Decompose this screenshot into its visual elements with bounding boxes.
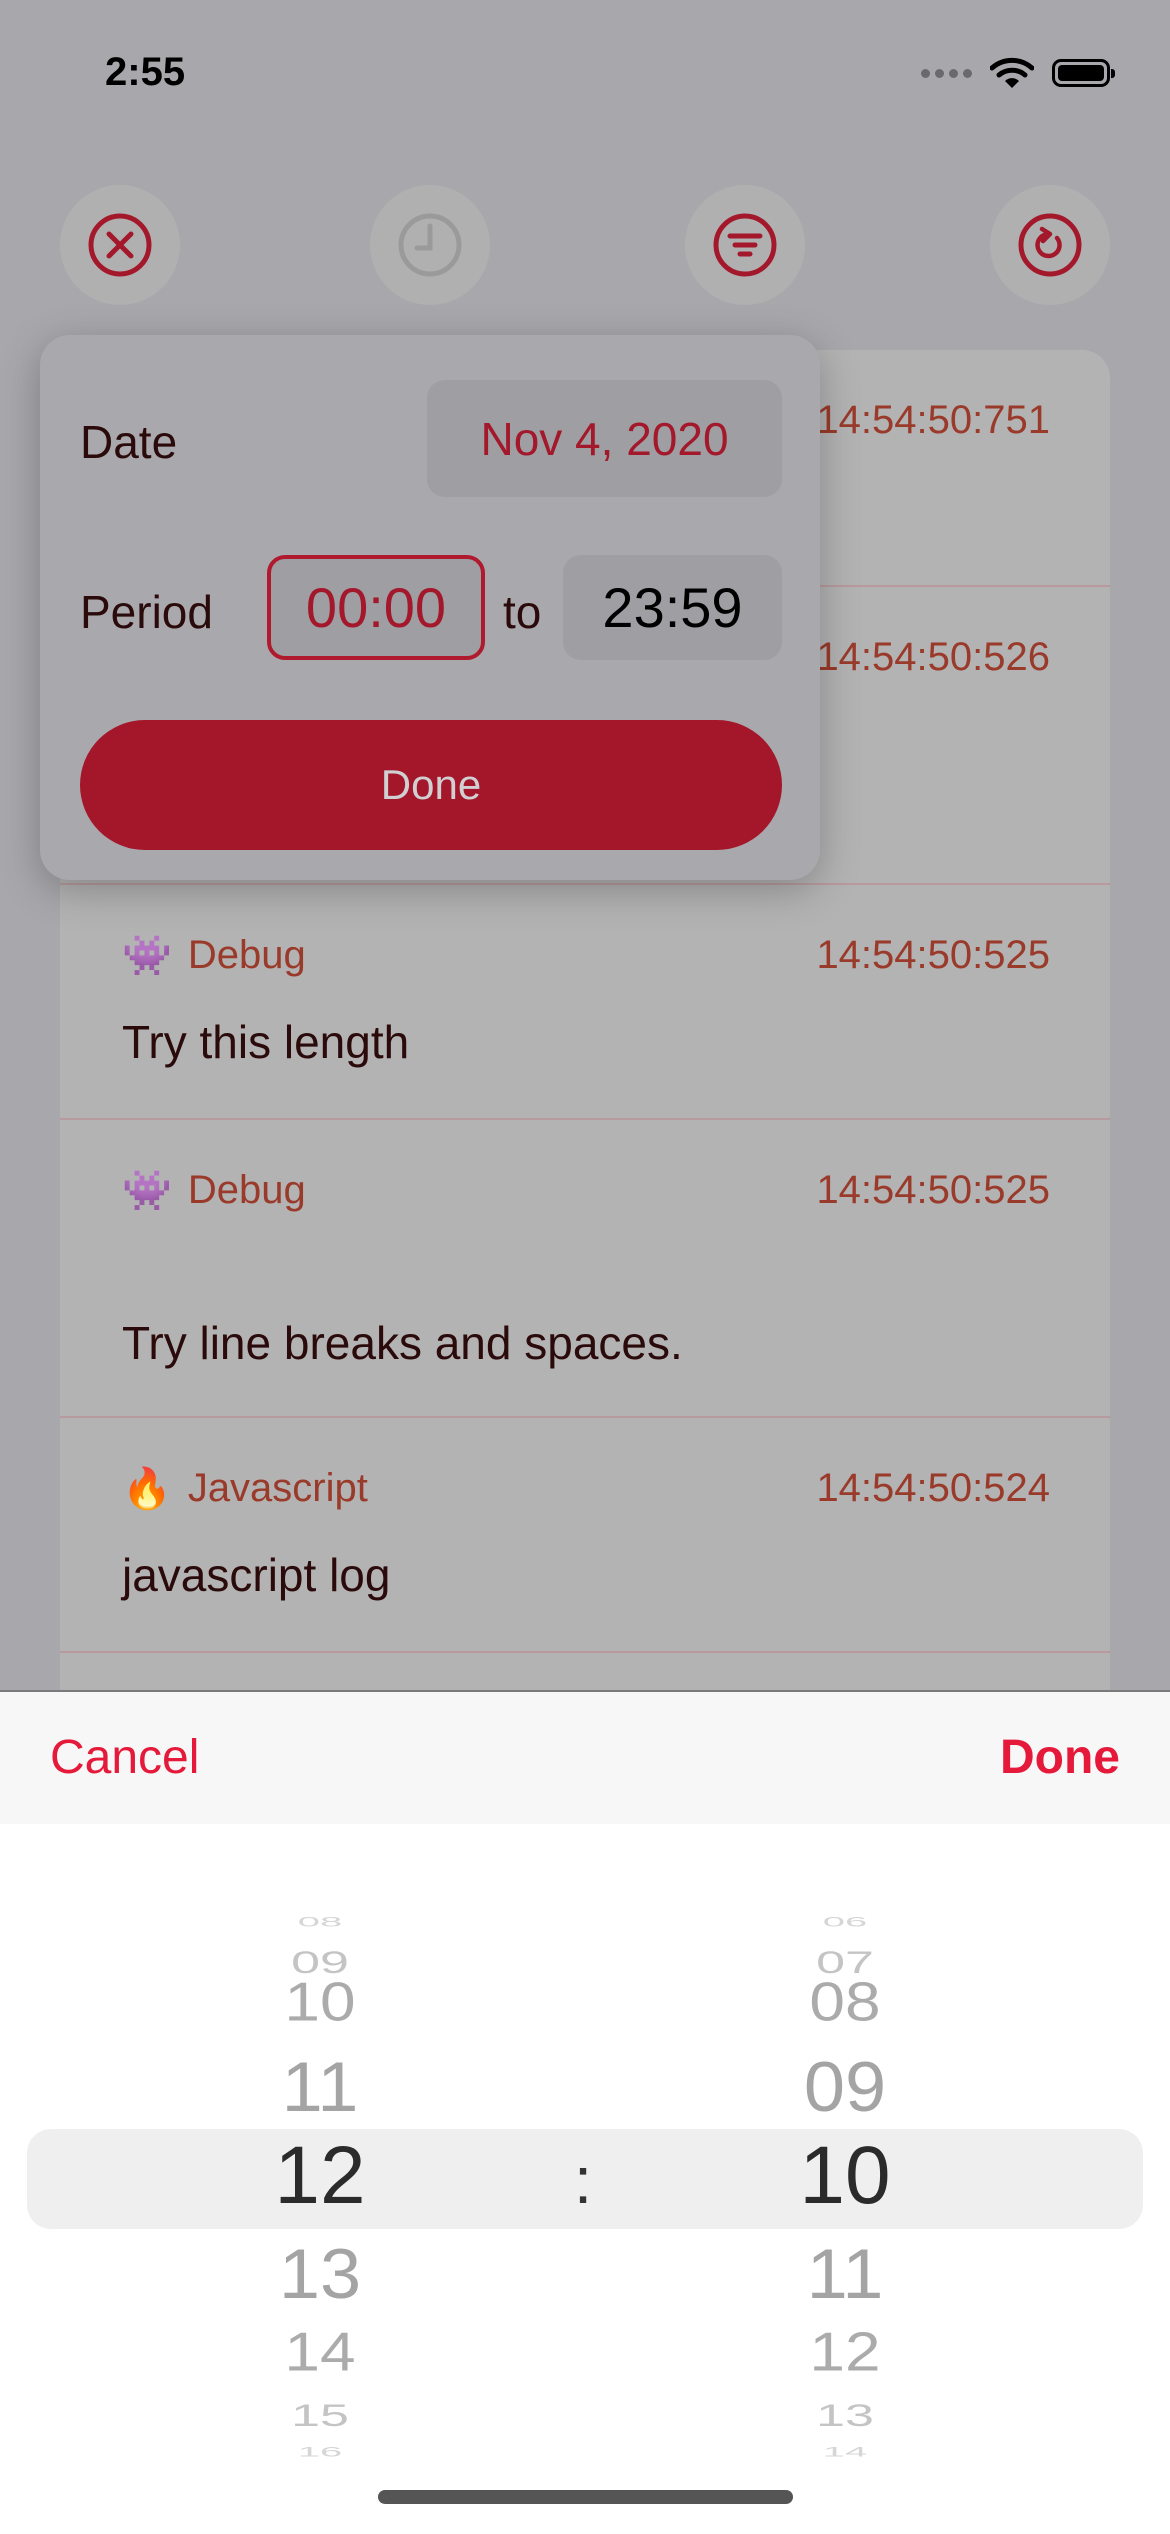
log-level: Debug — [187, 933, 306, 977]
minutes-value[interactable]: 14 — [745, 2445, 945, 2459]
hours-value[interactable]: 16 — [220, 2445, 420, 2459]
period-to-button[interactable]: 23:59 — [563, 555, 782, 660]
date-label: Date — [80, 416, 178, 468]
hours-value[interactable]: 10 — [220, 1975, 420, 2029]
alien-monster-icon: 👾 — [122, 933, 172, 978]
date-filter-popup: Date Nov 4, 2020 Period 00:00 to 23:59 D… — [40, 335, 820, 880]
log-row[interactable]: 🔥 Javascript 14:54:50:524 javascript log — [60, 1416, 1110, 1653]
minutes-value[interactable]: 12 — [745, 2325, 945, 2379]
log-time: 14:54:50:525 — [816, 1168, 1050, 1212]
status-icons — [921, 56, 1115, 90]
minutes-value[interactable]: 11 — [745, 2238, 945, 2309]
signal-icon — [921, 68, 972, 78]
hours-value[interactable]: 08 — [220, 1915, 420, 1929]
minutes-value[interactable]: 13 — [745, 2400, 945, 2431]
clear-logs-button[interactable] — [60, 185, 180, 305]
log-time: 14:54:50:525 — [816, 933, 1050, 977]
picker-done-button[interactable]: Done — [1000, 1730, 1120, 1785]
filter-icon — [713, 213, 777, 277]
wifi-icon — [990, 57, 1034, 88]
time-picker-sheet: Cancel Done 08 09 10 11 12 13 14 15 16 06 07 08 09 1… — [0, 1690, 1170, 2534]
picker-toolbar: Cancel Done — [0, 1692, 1170, 1824]
close-circle-icon — [88, 213, 152, 277]
clock-icon — [398, 213, 462, 277]
alien-monster-icon: 👾 — [122, 1168, 172, 1213]
refresh-icon — [1018, 213, 1082, 277]
minutes-value[interactable]: 08 — [745, 1975, 945, 2029]
popup-done-button[interactable]: Done — [80, 720, 782, 850]
to-label: to — [503, 586, 542, 638]
log-level: Debug — [187, 1168, 306, 1212]
period-from-button[interactable]: 00:00 — [267, 555, 485, 660]
minutes-value[interactable]: 06 — [745, 1915, 945, 1929]
battery-icon — [1052, 59, 1115, 87]
hours-value[interactable]: 13 — [220, 2238, 420, 2309]
log-time: 14:54:50:751 — [816, 398, 1050, 442]
status-time: 2:55 — [105, 50, 186, 94]
hours-value[interactable]: 15 — [220, 2400, 420, 2431]
minutes-selected-value[interactable]: 10 — [745, 2135, 945, 2217]
log-row[interactable]: 👾 Debug 14:54:50:525 Try line breaks and … — [60, 1118, 1110, 1418]
cancel-button[interactable]: Cancel — [50, 1730, 199, 1785]
log-time: 14:54:50:526 — [816, 635, 1050, 679]
time-filter-button[interactable] — [370, 185, 490, 305]
log-time: 14:54:50:524 — [816, 1466, 1050, 1510]
hours-selected-value[interactable]: 12 — [220, 2135, 420, 2217]
fire-icon: 🔥 — [122, 1466, 172, 1511]
log-message: javascript log — [122, 1549, 391, 1601]
log-level: Javascript — [187, 1466, 368, 1510]
minutes-value[interactable]: 09 — [745, 2051, 945, 2122]
date-picker-button[interactable]: Nov 4, 2020 — [427, 380, 782, 497]
log-row[interactable]: 👾 Debug 14:54:50:525 Try this length — [60, 883, 1110, 1120]
hours-value[interactable]: 11 — [220, 2051, 420, 2122]
home-indicator — [378, 2490, 793, 2504]
period-label: Period — [80, 586, 213, 638]
time-separator: : — [573, 2143, 593, 2217]
refresh-button[interactable] — [990, 185, 1110, 305]
hours-value[interactable]: 14 — [220, 2325, 420, 2379]
log-message: Try line breaks and spaces. — [122, 1317, 683, 1369]
filter-button[interactable] — [685, 185, 805, 305]
log-message: Try this length — [122, 1016, 410, 1068]
